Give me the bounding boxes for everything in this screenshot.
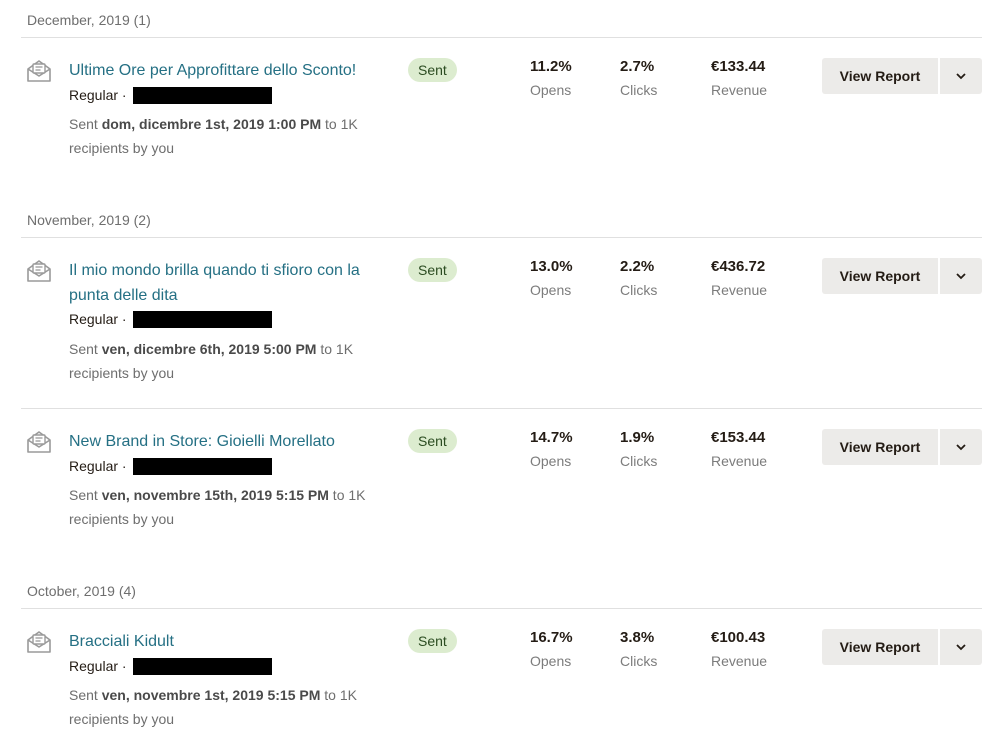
chevron-down-icon xyxy=(956,72,966,79)
divider xyxy=(21,408,982,409)
campaign-title-link[interactable]: Bracciali Kidult xyxy=(69,629,394,654)
report-options-dropdown[interactable] xyxy=(940,258,982,294)
campaign-type-label: Regular · xyxy=(69,87,127,103)
campaign-type-label: Regular · xyxy=(69,458,127,474)
view-report-button[interactable]: View Report xyxy=(822,629,938,665)
sent-date: ven, dicembre 6th, 2019 5:00 PM xyxy=(101,341,317,357)
month-header-december: December, 2019 (1) xyxy=(27,12,151,28)
clicks-value: 1.9% xyxy=(620,429,655,446)
campaign-row: New Brand in Store: Gioielli Morellato R… xyxy=(0,429,1008,579)
revenue-label: Revenue xyxy=(711,282,768,298)
clicks-label: Clicks xyxy=(620,653,658,669)
redacted-list-name xyxy=(132,310,272,328)
opens-value: 11.2% xyxy=(530,58,572,75)
email-campaign-icon xyxy=(26,429,52,455)
email-campaign-icon xyxy=(26,258,52,284)
redacted-list-name xyxy=(132,457,272,475)
divider xyxy=(21,608,982,609)
clicks-label: Clicks xyxy=(620,82,658,98)
campaign-title-link[interactable]: New Brand in Store: Gioielli Morellato xyxy=(69,429,394,454)
sent-prefix: Sent xyxy=(69,687,102,703)
revenue-stat: €100.43 Revenue xyxy=(711,629,767,670)
clicks-stat: 1.9% Clicks xyxy=(620,429,657,470)
campaign-type: Regular · xyxy=(69,86,272,104)
opens-label: Opens xyxy=(530,282,572,298)
campaign-type: Regular · xyxy=(69,657,272,675)
opens-label: Opens xyxy=(530,653,572,669)
opens-label: Opens xyxy=(530,453,572,469)
revenue-stat: €436.72 Revenue xyxy=(711,258,767,299)
clicks-stat: 2.2% Clicks xyxy=(620,258,657,299)
campaign-row: Ultime Ore per Approfittare dello Sconto… xyxy=(0,58,1008,208)
sent-info: Sent ven, novembre 1st, 2019 5:15 PM to … xyxy=(69,683,379,731)
clicks-value: 2.2% xyxy=(620,258,655,275)
redacted-list-name xyxy=(132,86,272,104)
revenue-value: €436.72 xyxy=(711,258,766,275)
email-campaign-icon xyxy=(26,629,52,655)
report-options-dropdown[interactable] xyxy=(940,58,982,94)
campaign-type: Regular · xyxy=(69,457,272,475)
opens-value: 13.0% xyxy=(530,258,573,275)
clicks-value: 3.8% xyxy=(620,629,655,646)
clicks-stat: 3.8% Clicks xyxy=(620,629,657,670)
opens-stat: 16.7% Opens xyxy=(530,629,573,670)
revenue-value: €133.44 xyxy=(711,58,766,75)
report-options-dropdown[interactable] xyxy=(940,629,982,665)
status-badge: Sent xyxy=(408,58,457,82)
opens-stat: 14.7% Opens xyxy=(530,429,573,470)
chevron-down-icon xyxy=(956,443,966,450)
campaign-row: Il mio mondo brilla quando ti sfioro con… xyxy=(0,258,1008,408)
revenue-label: Revenue xyxy=(711,453,768,469)
revenue-label: Revenue xyxy=(711,653,768,669)
sent-date: ven, novembre 15th, 2019 5:15 PM xyxy=(101,487,329,503)
clicks-stat: 2.7% Clicks xyxy=(620,58,657,99)
revenue-value: €100.43 xyxy=(711,629,766,646)
chevron-down-icon xyxy=(956,272,966,279)
view-report-button[interactable]: View Report xyxy=(822,258,938,294)
opens-value: 14.7% xyxy=(530,429,573,446)
report-options-dropdown[interactable] xyxy=(940,429,982,465)
campaign-type: Regular · xyxy=(69,310,272,328)
opens-stat: 11.2% Opens xyxy=(530,58,572,99)
chevron-down-icon xyxy=(956,643,966,650)
sent-date: dom, dicembre 1st, 2019 1:00 PM xyxy=(101,116,322,132)
sent-date: ven, novembre 1st, 2019 5:15 PM xyxy=(101,687,321,703)
email-campaign-icon xyxy=(26,58,52,84)
status-badge: Sent xyxy=(408,429,457,453)
divider xyxy=(21,37,982,38)
divider xyxy=(21,237,982,238)
opens-label: Opens xyxy=(530,82,572,98)
clicks-value: 2.7% xyxy=(620,58,655,75)
status-badge: Sent xyxy=(408,258,457,282)
sent-prefix: Sent xyxy=(69,341,102,357)
clicks-label: Clicks xyxy=(620,453,658,469)
month-header-november: November, 2019 (2) xyxy=(27,212,151,228)
view-report-button[interactable]: View Report xyxy=(822,429,938,465)
opens-stat: 13.0% Opens xyxy=(530,258,573,299)
sent-info: Sent ven, dicembre 6th, 2019 5:00 PM to … xyxy=(69,337,379,385)
campaign-title-link[interactable]: Il mio mondo brilla quando ti sfioro con… xyxy=(69,258,387,308)
sent-prefix: Sent xyxy=(69,116,102,132)
view-report-button[interactable]: View Report xyxy=(822,58,938,94)
sent-info: Sent ven, novembre 15th, 2019 5:15 PM to… xyxy=(69,483,379,531)
redacted-list-name xyxy=(132,657,272,675)
sent-prefix: Sent xyxy=(69,487,102,503)
revenue-stat: €133.44 Revenue xyxy=(711,58,767,99)
campaign-title-link[interactable]: Ultime Ore per Approfittare dello Sconto… xyxy=(69,58,394,83)
campaign-row: Bracciali Kidult Regular · Sent ven, nov… xyxy=(0,629,1008,744)
clicks-label: Clicks xyxy=(620,282,658,298)
campaign-type-label: Regular · xyxy=(69,658,127,674)
revenue-stat: €153.44 Revenue xyxy=(711,429,767,470)
status-badge: Sent xyxy=(408,629,457,653)
month-header-october: October, 2019 (4) xyxy=(27,583,136,599)
revenue-value: €153.44 xyxy=(711,429,766,446)
revenue-label: Revenue xyxy=(711,82,768,98)
opens-value: 16.7% xyxy=(530,629,573,646)
sent-info: Sent dom, dicembre 1st, 2019 1:00 PM to … xyxy=(69,112,379,160)
campaign-type-label: Regular · xyxy=(69,311,127,327)
